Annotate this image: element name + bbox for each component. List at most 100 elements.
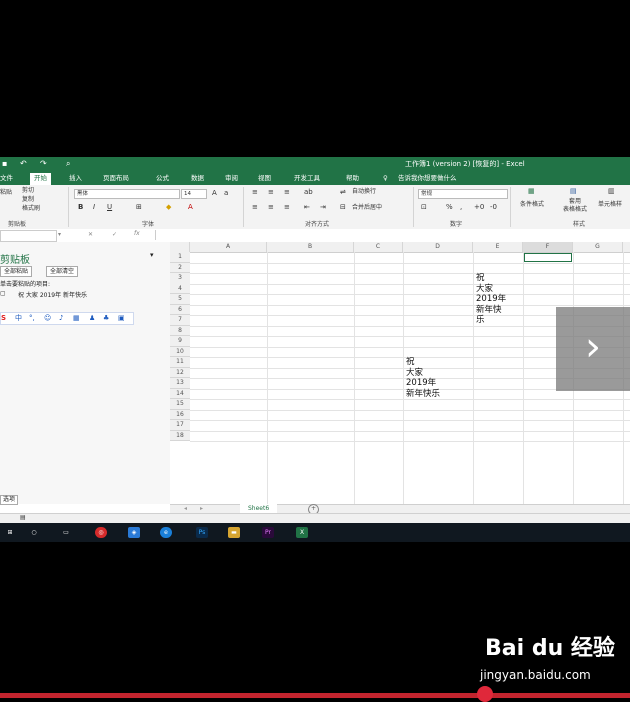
outdent-icon[interactable]: ⇥: [320, 203, 326, 211]
tab-insert[interactable]: 插入: [69, 173, 82, 183]
search-icon[interactable]: ○: [28, 527, 40, 538]
name-box-dropdown-icon[interactable]: ▾: [58, 231, 61, 238]
emoji-icon[interactable]: ☺: [44, 313, 51, 324]
row-header[interactable]: 7: [170, 315, 190, 326]
save-icon[interactable]: ▪: [2, 159, 7, 169]
row-header[interactable]: 2: [170, 262, 190, 273]
top-align-icon[interactable]: ≡: [252, 188, 258, 196]
row-header[interactable]: 15: [170, 399, 190, 410]
user-icon[interactable]: ♟: [89, 313, 95, 324]
tell-me-search[interactable]: 告诉我你想要做什么: [398, 173, 457, 183]
keyboard-icon[interactable]: ▦: [73, 313, 80, 324]
clear-all-button[interactable]: 全部清空: [46, 266, 79, 277]
column-header[interactable]: B: [267, 242, 354, 252]
middle-align-icon[interactable]: ≡: [268, 188, 274, 196]
video-progress-bar[interactable]: [0, 693, 630, 698]
left-align-icon[interactable]: ≡: [252, 203, 258, 211]
right-align-icon[interactable]: ≡: [284, 203, 290, 211]
task-view-icon[interactable]: ▭: [60, 527, 72, 538]
font-size-combo[interactable]: 14: [181, 189, 207, 199]
scroll-right-icon[interactable]: ▸: [200, 505, 203, 512]
row-header[interactable]: 4: [170, 283, 190, 294]
bold-icon[interactable]: B: [78, 203, 83, 211]
browser-icon[interactable]: e: [160, 527, 172, 538]
center-align-icon[interactable]: ≡: [268, 203, 274, 211]
paste-button[interactable]: 粘贴: [0, 189, 12, 197]
grow-font-icon[interactable]: A: [212, 189, 217, 197]
tab-home[interactable]: 开始: [30, 173, 51, 185]
ime-mode[interactable]: 中: [15, 313, 22, 324]
excel-icon[interactable]: X: [296, 527, 308, 538]
wrap-text-button[interactable]: 自动换行: [352, 188, 376, 196]
accounting-icon[interactable]: ⊡: [421, 203, 427, 211]
cut-button[interactable]: 剪切: [22, 187, 34, 195]
column-header[interactable]: D: [403, 242, 473, 252]
orientation-icon[interactable]: ab: [304, 188, 313, 196]
redo-icon[interactable]: ↷: [40, 159, 47, 169]
toolbox-icon[interactable]: ▣: [118, 313, 125, 324]
netease-music-icon[interactable]: ◎: [95, 527, 107, 538]
conditional-formatting-icon[interactable]: ▦: [528, 187, 535, 195]
row-header[interactable]: 6: [170, 304, 190, 315]
print-preview-icon[interactable]: ⌕: [66, 159, 70, 169]
decrease-decimal-icon[interactable]: -0: [490, 203, 497, 211]
cell-styles-icon[interactable]: ▥: [608, 187, 615, 195]
column-header[interactable]: C: [354, 242, 403, 252]
font-name-combo[interactable]: 黑体: [74, 189, 180, 199]
row-header[interactable]: 12: [170, 367, 190, 378]
row-header[interactable]: 8: [170, 325, 190, 336]
format-as-table-button[interactable]: 套用 表格格式: [563, 198, 587, 214]
skin-icon[interactable]: ♣: [103, 313, 109, 324]
tab-page-layout[interactable]: 页面布局: [103, 173, 129, 183]
row-header[interactable]: 1: [170, 252, 190, 263]
column-header[interactable]: G: [573, 242, 623, 252]
bottom-align-icon[interactable]: ≡: [284, 188, 290, 196]
undo-icon[interactable]: ↶: [20, 159, 27, 169]
row-header[interactable]: 9: [170, 336, 190, 347]
conditional-formatting-button[interactable]: 条件格式: [520, 201, 544, 209]
paste-all-button[interactable]: 全部粘贴: [0, 266, 33, 277]
tab-file[interactable]: 文件: [0, 173, 13, 183]
tab-help[interactable]: 帮助: [346, 173, 359, 183]
row-header[interactable]: 5: [170, 294, 190, 305]
app-icon[interactable]: ◈: [128, 527, 140, 538]
row-header[interactable]: 10: [170, 346, 190, 357]
wrap-text-icon[interactable]: ⇌: [340, 188, 346, 196]
start-icon[interactable]: ⊞: [4, 527, 16, 538]
name-box[interactable]: [0, 230, 57, 242]
border-icon[interactable]: ⊞: [136, 203, 142, 211]
number-format-combo[interactable]: 常规: [418, 189, 508, 199]
insert-function-icon[interactable]: fx: [134, 230, 140, 237]
tab-data[interactable]: 数据: [191, 173, 204, 183]
voice-icon[interactable]: ♪: [59, 313, 63, 324]
active-cell-F1[interactable]: [524, 253, 572, 262]
file-explorer-icon[interactable]: ▬: [228, 527, 240, 538]
row-header[interactable]: 17: [170, 420, 190, 431]
comma-icon[interactable]: ,: [460, 203, 462, 211]
premiere-icon[interactable]: Pr: [262, 527, 274, 538]
column-header[interactable]: A: [190, 242, 267, 252]
cell-D7-text[interactable]: 祝大家 2019年 新年快乐: [406, 357, 440, 399]
select-all-corner[interactable]: [170, 242, 190, 252]
scroll-left-icon[interactable]: ◂: [184, 505, 187, 512]
formula-input[interactable]: [155, 230, 630, 240]
column-header-selected[interactable]: F: [523, 242, 573, 252]
cancel-icon[interactable]: ✕: [88, 231, 93, 238]
clipboard-item[interactable]: 祝 大家 2019年 新年快乐: [18, 290, 87, 299]
tab-developer[interactable]: 开发工具: [294, 173, 320, 183]
shrink-font-icon[interactable]: a: [224, 189, 228, 197]
format-painter-button[interactable]: 格式刷: [22, 205, 40, 213]
percent-icon[interactable]: %: [446, 203, 453, 211]
sogou-logo-icon[interactable]: S: [1, 313, 6, 324]
italic-icon[interactable]: I: [93, 203, 95, 211]
tab-review[interactable]: 审阅: [225, 173, 238, 183]
row-header[interactable]: 13: [170, 378, 190, 389]
underline-icon[interactable]: U: [107, 203, 112, 211]
tab-formulas[interactable]: 公式: [156, 173, 169, 183]
cell-E3-text[interactable]: 祝大家 2019年 新年快乐: [476, 273, 506, 326]
increase-decimal-icon[interactable]: +0: [474, 203, 484, 211]
pane-options-dropdown-icon[interactable]: ▾: [150, 251, 154, 259]
cell-styles-button[interactable]: 单元格样: [598, 201, 622, 209]
macro-record-icon[interactable]: ▤: [20, 514, 26, 521]
fill-color-icon[interactable]: ◆: [166, 203, 171, 211]
